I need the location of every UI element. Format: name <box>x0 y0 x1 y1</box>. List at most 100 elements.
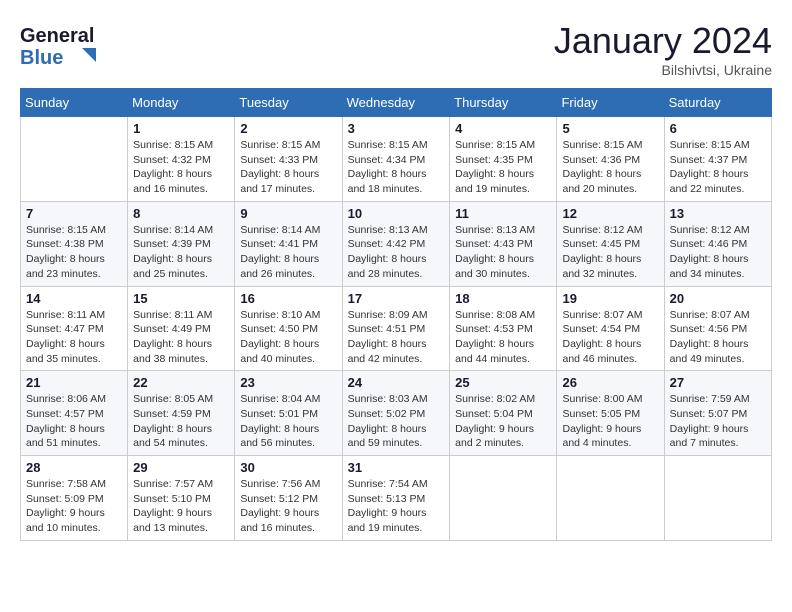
weekday-header: Monday <box>128 89 235 117</box>
day-number: 24 <box>348 375 445 390</box>
day-info: Sunrise: 8:02 AMSunset: 5:04 PMDaylight:… <box>455 392 551 451</box>
calendar-day-cell: 20 Sunrise: 8:07 AMSunset: 4:56 PMDayligh… <box>664 286 771 371</box>
calendar-day-cell: 1Sunrise: 8:15 AMSunset: 4:32 PMDaylight… <box>128 117 235 202</box>
day-info: Sunrise: 8:03 AMSunset: 5:02 PMDaylight:… <box>348 392 445 451</box>
day-number: 12 <box>562 206 658 221</box>
page-header: GeneralBlue January 2024 Bilshivtsi, Ukr… <box>20 20 772 78</box>
day-info: Sunrise: 8:00 AMSunset: 5:05 PMDaylight:… <box>562 392 658 451</box>
calendar-day-cell: 28 Sunrise: 7:58 AMSunset: 5:09 PMDayligh… <box>21 456 128 541</box>
weekday-header: Friday <box>557 89 664 117</box>
calendar-day-cell <box>557 456 664 541</box>
day-number: 22 <box>133 375 229 390</box>
day-info: Sunrise: 8:07 AMSunset: 4:54 PMDaylight:… <box>562 308 658 367</box>
svg-text:Blue: Blue <box>20 47 63 69</box>
day-number: 1 <box>133 121 229 136</box>
calendar-day-cell: 21 Sunrise: 8:06 AMSunset: 4:57 PMDayligh… <box>21 371 128 456</box>
day-info: Sunrise: 8:07 AMSunset: 4:56 PMDaylight:… <box>670 308 766 367</box>
title-block: January 2024 Bilshivtsi, Ukraine <box>554 20 772 78</box>
day-number: 13 <box>670 206 766 221</box>
calendar-table: SundayMondayTuesdayWednesdayThursdayFrid… <box>20 88 772 541</box>
calendar-day-cell: 25 Sunrise: 8:02 AMSunset: 5:04 PMDayligh… <box>450 371 557 456</box>
day-info: Sunrise: 8:11 AMSunset: 4:49 PMDaylight:… <box>133 308 229 367</box>
calendar-day-cell: 7Sunrise: 8:15 AMSunset: 4:38 PMDaylight… <box>21 201 128 286</box>
day-number: 3 <box>348 121 445 136</box>
calendar-day-cell: 11 Sunrise: 8:13 AMSunset: 4:43 PMDayligh… <box>450 201 557 286</box>
logo-icon: GeneralBlue <box>20 20 100 70</box>
day-number: 2 <box>240 121 336 136</box>
weekday-header: Saturday <box>664 89 771 117</box>
calendar-day-cell: 8 Sunrise: 8:14 AMSunset: 4:39 PMDaylight… <box>128 201 235 286</box>
calendar-day-cell: 27 Sunrise: 7:59 AMSunset: 5:07 PMDayligh… <box>664 371 771 456</box>
day-info: Sunrise: 7:56 AMSunset: 5:12 PMDaylight:… <box>240 477 336 536</box>
calendar-day-cell: 30Sunrise: 7:56 AMSunset: 5:12 PMDayligh… <box>235 456 342 541</box>
weekday-header: Sunday <box>21 89 128 117</box>
day-info: Sunrise: 8:05 AMSunset: 4:59 PMDaylight:… <box>133 392 229 451</box>
day-info: Sunrise: 8:15 AMSunset: 4:37 PMDaylight:… <box>670 138 766 197</box>
calendar-day-cell: 17Sunrise: 8:09 AMSunset: 4:51 PMDayligh… <box>342 286 450 371</box>
day-info: Sunrise: 8:15 AMSunset: 4:38 PMDaylight:… <box>26 223 122 282</box>
calendar-day-cell <box>21 117 128 202</box>
calendar-day-cell: 22 Sunrise: 8:05 AMSunset: 4:59 PMDayligh… <box>128 371 235 456</box>
day-info: Sunrise: 8:11 AMSunset: 4:47 PMDaylight:… <box>26 308 122 367</box>
day-info: Sunrise: 8:15 AMSunset: 4:36 PMDaylight:… <box>562 138 658 197</box>
day-number: 31 <box>348 460 445 475</box>
calendar-day-cell: 26 Sunrise: 8:00 AMSunset: 5:05 PMDayligh… <box>557 371 664 456</box>
day-number: 14 <box>26 291 122 306</box>
calendar-day-cell: 29Sunrise: 7:57 AMSunset: 5:10 PMDayligh… <box>128 456 235 541</box>
day-number: 10 <box>348 206 445 221</box>
calendar-day-cell: 9Sunrise: 8:14 AMSunset: 4:41 PMDaylight… <box>235 201 342 286</box>
day-info: Sunrise: 7:58 AMSunset: 5:09 PMDaylight:… <box>26 477 122 536</box>
calendar-day-cell: 2 Sunrise: 8:15 AMSunset: 4:33 PMDaylight… <box>235 117 342 202</box>
day-info: Sunrise: 8:06 AMSunset: 4:57 PMDaylight:… <box>26 392 122 451</box>
day-number: 28 <box>26 460 122 475</box>
day-info: Sunrise: 8:15 AMSunset: 4:34 PMDaylight:… <box>348 138 445 197</box>
weekday-header: Thursday <box>450 89 557 117</box>
day-info: Sunrise: 8:14 AMSunset: 4:41 PMDaylight:… <box>240 223 336 282</box>
day-number: 20 <box>670 291 766 306</box>
calendar-day-cell: 18 Sunrise: 8:08 AMSunset: 4:53 PMDayligh… <box>450 286 557 371</box>
calendar-day-cell <box>664 456 771 541</box>
location: Bilshivtsi, Ukraine <box>554 62 772 78</box>
day-info: Sunrise: 8:13 AMSunset: 4:43 PMDaylight:… <box>455 223 551 282</box>
calendar-day-cell: 24 Sunrise: 8:03 AMSunset: 5:02 PMDayligh… <box>342 371 450 456</box>
day-info: Sunrise: 7:54 AMSunset: 5:13 PMDaylight:… <box>348 477 445 536</box>
day-number: 25 <box>455 375 551 390</box>
day-info: Sunrise: 8:15 AMSunset: 4:33 PMDaylight:… <box>240 138 336 197</box>
calendar-week-row: 1Sunrise: 8:15 AMSunset: 4:32 PMDaylight… <box>21 117 772 202</box>
calendar-day-cell: 10 Sunrise: 8:13 AMSunset: 4:42 PMDayligh… <box>342 201 450 286</box>
day-number: 15 <box>133 291 229 306</box>
day-info: Sunrise: 8:08 AMSunset: 4:53 PMDaylight:… <box>455 308 551 367</box>
calendar-day-cell <box>450 456 557 541</box>
day-number: 16 <box>240 291 336 306</box>
weekday-header: Wednesday <box>342 89 450 117</box>
day-info: Sunrise: 8:14 AMSunset: 4:39 PMDaylight:… <box>133 223 229 282</box>
calendar-day-cell: 31 Sunrise: 7:54 AMSunset: 5:13 PMDayligh… <box>342 456 450 541</box>
calendar-header: SundayMondayTuesdayWednesdayThursdayFrid… <box>21 89 772 117</box>
day-info: Sunrise: 8:09 AMSunset: 4:51 PMDaylight:… <box>348 308 445 367</box>
day-number: 18 <box>455 291 551 306</box>
day-info: Sunrise: 7:59 AMSunset: 5:07 PMDaylight:… <box>670 392 766 451</box>
day-number: 4 <box>455 121 551 136</box>
day-number: 27 <box>670 375 766 390</box>
calendar-day-cell: 5 Sunrise: 8:15 AMSunset: 4:36 PMDaylight… <box>557 117 664 202</box>
day-info: Sunrise: 8:13 AMSunset: 4:42 PMDaylight:… <box>348 223 445 282</box>
day-number: 6 <box>670 121 766 136</box>
day-info: Sunrise: 7:57 AMSunset: 5:10 PMDaylight:… <box>133 477 229 536</box>
calendar-week-row: 28 Sunrise: 7:58 AMSunset: 5:09 PMDayligh… <box>21 456 772 541</box>
day-number: 5 <box>562 121 658 136</box>
weekday-header: Tuesday <box>235 89 342 117</box>
day-number: 23 <box>240 375 336 390</box>
calendar-day-cell: 23Sunrise: 8:04 AMSunset: 5:01 PMDayligh… <box>235 371 342 456</box>
calendar-day-cell: 15 Sunrise: 8:11 AMSunset: 4:49 PMDayligh… <box>128 286 235 371</box>
calendar-week-row: 21 Sunrise: 8:06 AMSunset: 4:57 PMDayligh… <box>21 371 772 456</box>
calendar-day-cell: 12Sunrise: 8:12 AMSunset: 4:45 PMDayligh… <box>557 201 664 286</box>
day-info: Sunrise: 8:15 AMSunset: 4:35 PMDaylight:… <box>455 138 551 197</box>
day-number: 21 <box>26 375 122 390</box>
day-number: 11 <box>455 206 551 221</box>
calendar-day-cell: 4 Sunrise: 8:15 AMSunset: 4:35 PMDaylight… <box>450 117 557 202</box>
day-number: 19 <box>562 291 658 306</box>
calendar-day-cell: 16Sunrise: 8:10 AMSunset: 4:50 PMDayligh… <box>235 286 342 371</box>
calendar-day-cell: 13Sunrise: 8:12 AMSunset: 4:46 PMDayligh… <box>664 201 771 286</box>
day-number: 8 <box>133 206 229 221</box>
day-number: 26 <box>562 375 658 390</box>
